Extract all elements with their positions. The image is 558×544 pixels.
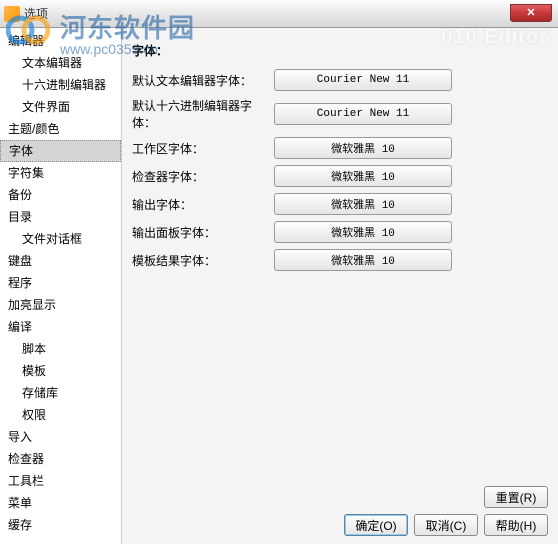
sidebar-item[interactable]: 编译 — [0, 316, 121, 338]
font-row: 输出面板字体：微软雅黑 10 — [132, 221, 548, 243]
sidebar-item[interactable]: 目录 — [0, 206, 121, 228]
font-row: 输出字体：微软雅黑 10 — [132, 193, 548, 215]
sidebar-item[interactable]: 备份 — [0, 184, 121, 206]
help-button[interactable]: 帮助(H) — [484, 514, 548, 536]
section-title: 字体： — [132, 42, 548, 59]
font-row-label: 检查器字体： — [132, 168, 274, 185]
sidebar-item[interactable]: 程序 — [0, 272, 121, 294]
sidebar-item[interactable]: 菜单 — [0, 492, 121, 514]
font-row-label: 默认文本编辑器字体： — [132, 72, 274, 89]
main-panel: 字体： 默认文本编辑器字体：Courier New 11默认十六进制编辑器字体：… — [122, 28, 558, 544]
close-icon: ✕ — [526, 8, 535, 19]
sidebar-item[interactable]: 模板 — [0, 360, 121, 382]
font-row: 默认十六进制编辑器字体：Courier New 11 — [132, 97, 548, 131]
font-picker-button[interactable]: Courier New 11 — [274, 103, 452, 125]
sidebar-item[interactable]: 权限 — [0, 404, 121, 426]
content-area: 编辑器文本编辑器十六进制编辑器文件界面主题/颜色字体字符集备份目录文件对话框键盘… — [0, 28, 558, 544]
sidebar: 编辑器文本编辑器十六进制编辑器文件界面主题/颜色字体字符集备份目录文件对话框键盘… — [0, 28, 122, 544]
font-row: 默认文本编辑器字体：Courier New 11 — [132, 69, 548, 91]
window-title: 选项 — [24, 5, 48, 22]
font-picker-button[interactable]: Courier New 11 — [274, 69, 452, 91]
sidebar-item[interactable]: 编辑器 — [0, 30, 121, 52]
close-button[interactable]: ✕ — [510, 4, 552, 22]
font-picker-button[interactable]: 微软雅黑 10 — [274, 193, 452, 215]
titlebar: 选项 ✕ — [0, 0, 558, 28]
sidebar-item[interactable]: 缓存 — [0, 514, 121, 536]
font-row-label: 模板结果字体： — [132, 252, 274, 269]
font-picker-button[interactable]: 微软雅黑 10 — [274, 221, 452, 243]
font-row: 检查器字体：微软雅黑 10 — [132, 165, 548, 187]
sidebar-item[interactable]: 字符集 — [0, 162, 121, 184]
sidebar-item[interactable]: 字体 — [0, 140, 121, 162]
ok-button[interactable]: 确定(O) — [344, 514, 408, 536]
sidebar-item[interactable]: 脚本 — [0, 338, 121, 360]
font-picker-button[interactable]: 微软雅黑 10 — [274, 137, 452, 159]
font-row-label: 默认十六进制编辑器字体： — [132, 97, 274, 131]
sidebar-item[interactable]: 键盘 — [0, 250, 121, 272]
font-row-label: 输出字体： — [132, 196, 274, 213]
sidebar-item[interactable]: 存储库 — [0, 382, 121, 404]
sidebar-item[interactable]: 文本编辑器 — [0, 52, 121, 74]
sidebar-item[interactable]: 导入 — [0, 426, 121, 448]
font-row: 模板结果字体：微软雅黑 10 — [132, 249, 548, 271]
sidebar-item[interactable]: 工具栏 — [0, 470, 121, 492]
sidebar-item[interactable]: 主题/颜色 — [0, 118, 121, 140]
app-icon — [4, 6, 20, 22]
sidebar-item[interactable]: 十六进制编辑器 — [0, 74, 121, 96]
reset-button[interactable]: 重置(R) — [484, 486, 548, 508]
font-picker-button[interactable]: 微软雅黑 10 — [274, 249, 452, 271]
font-row: 工作区字体：微软雅黑 10 — [132, 137, 548, 159]
sidebar-item[interactable]: 加亮显示 — [0, 294, 121, 316]
font-row-label: 工作区字体： — [132, 140, 274, 157]
font-row-label: 输出面板字体： — [132, 224, 274, 241]
sidebar-item[interactable]: 文件对话框 — [0, 228, 121, 250]
sidebar-item[interactable]: 检查器 — [0, 448, 121, 470]
font-picker-button[interactable]: 微软雅黑 10 — [274, 165, 452, 187]
dialog-buttons: 重置(R) 确定(O) 取消(C) 帮助(H) — [344, 486, 548, 536]
sidebar-item[interactable]: 文件界面 — [0, 96, 121, 118]
cancel-button[interactable]: 取消(C) — [414, 514, 478, 536]
